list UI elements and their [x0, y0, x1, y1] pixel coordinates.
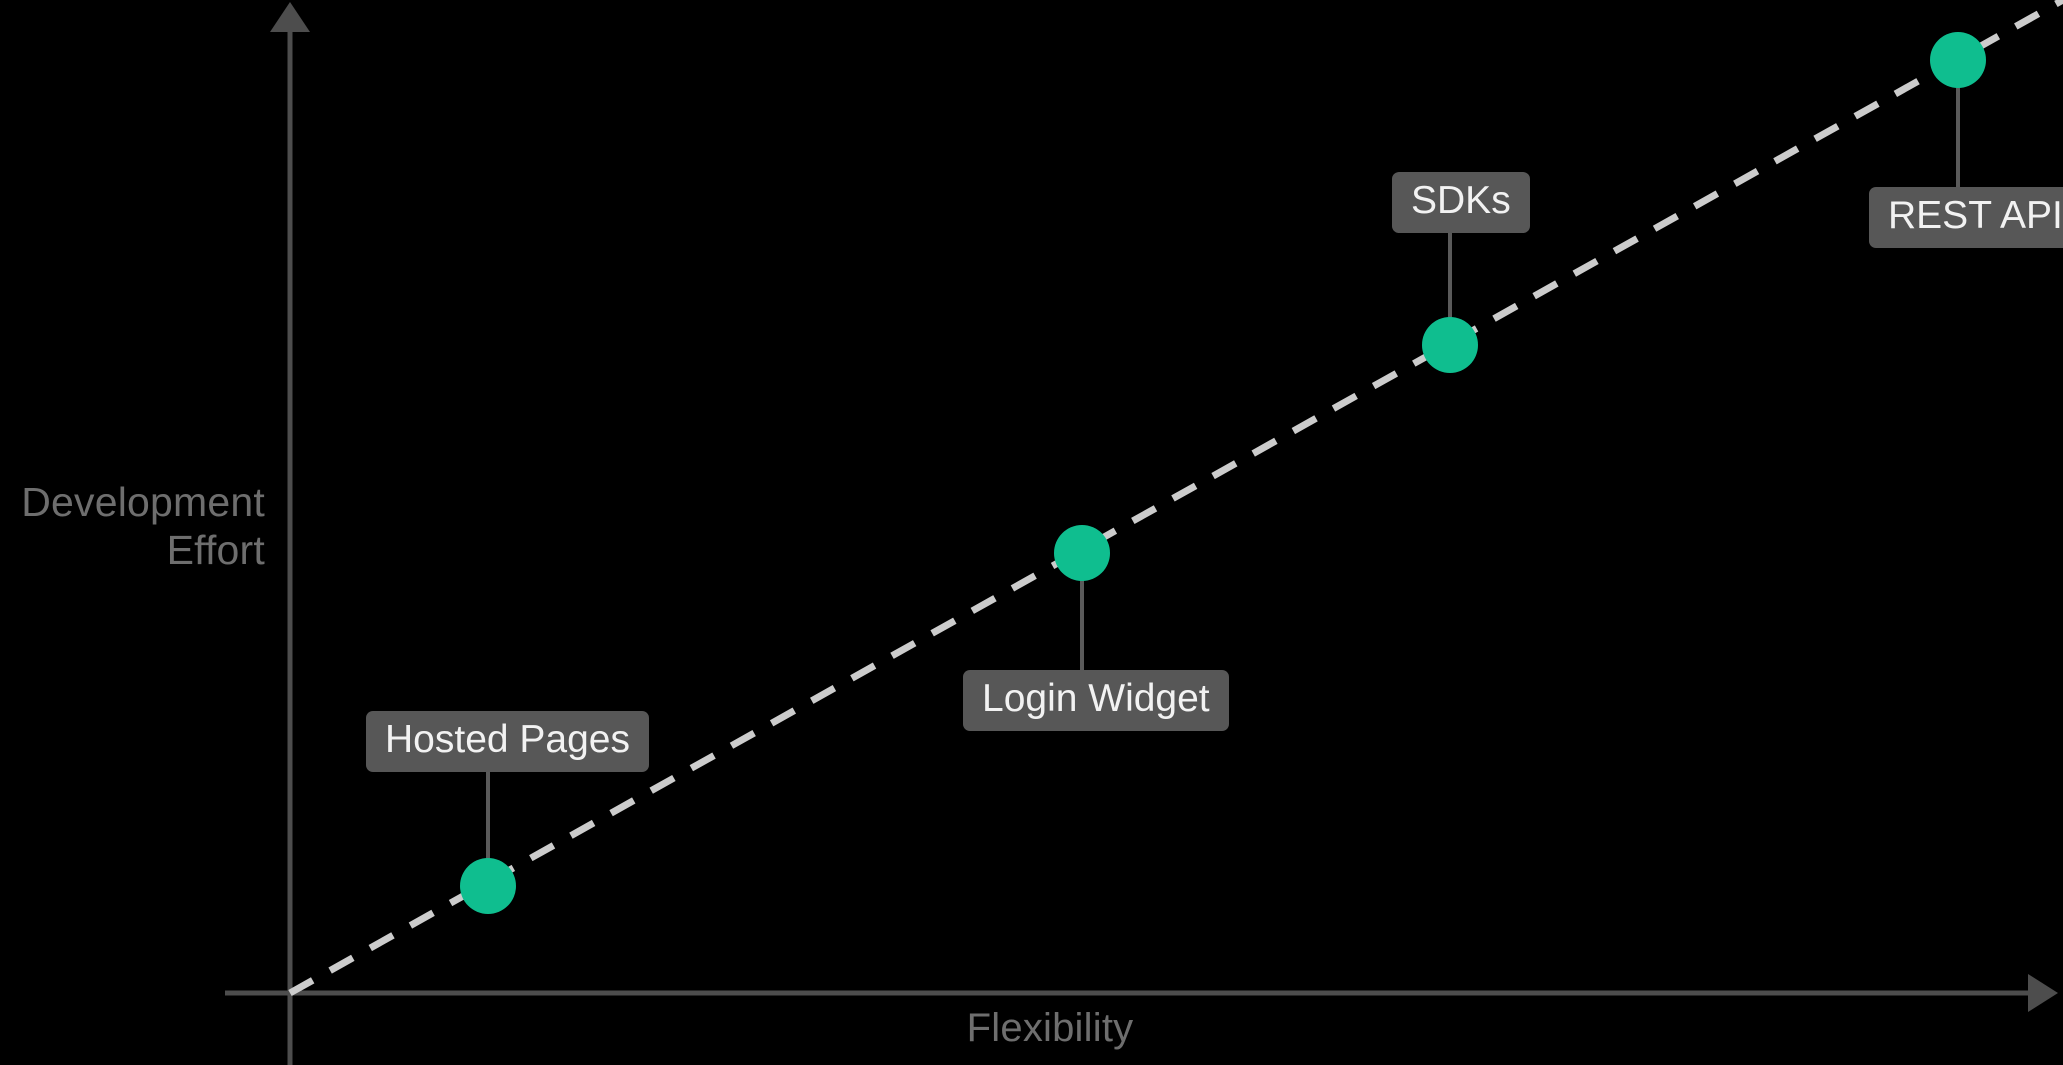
y-axis-title: Development Effort [21, 479, 265, 574]
data-point-marker-rest-apis[interactable] [1930, 32, 1986, 88]
chart-plot-area [225, 0, 2063, 1065]
y-axis-arrowhead [270, 2, 310, 32]
data-point-marker-sdks[interactable] [1422, 317, 1478, 373]
x-axis-title: Flexibility [966, 1006, 1134, 1050]
data-point-label-rest-apis[interactable]: REST API’s [1869, 187, 2063, 248]
chart-canvas: Development Effort Flexibility Hosted Pa… [0, 0, 2063, 1065]
data-point-label-hosted-pages[interactable]: Hosted Pages [366, 711, 649, 772]
data-point-label-sdks[interactable]: SDKs [1392, 172, 1530, 233]
x-axis-arrowhead [2028, 974, 2058, 1012]
data-point-marker-login-widget[interactable] [1054, 525, 1110, 581]
data-point-marker-hosted-pages[interactable] [460, 858, 516, 914]
trendline-dashed [288, 0, 2063, 997]
data-point-label-login-widget[interactable]: Login Widget [963, 670, 1229, 731]
